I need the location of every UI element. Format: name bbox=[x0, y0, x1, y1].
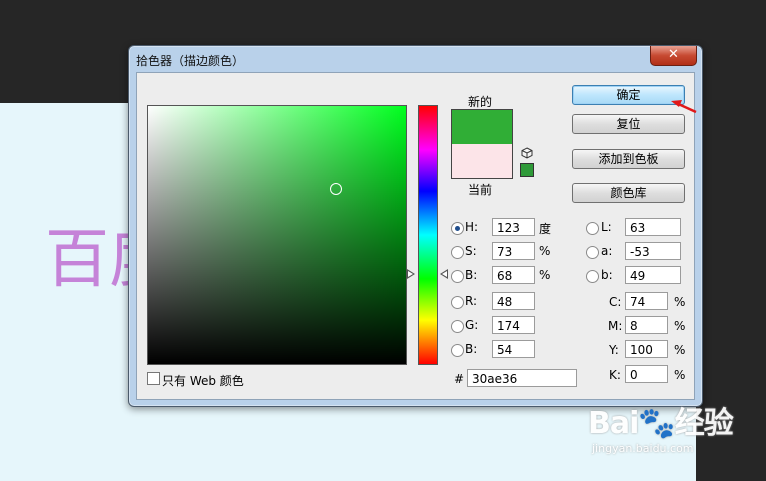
lab-b-label: b: bbox=[601, 268, 613, 282]
out-of-gamut-cube-icon[interactable] bbox=[521, 147, 533, 159]
hue-radio[interactable] bbox=[451, 222, 464, 235]
lab-b-radio[interactable] bbox=[586, 270, 599, 283]
ok-button[interactable]: 确定 bbox=[572, 85, 685, 105]
lab-b-input[interactable]: 49 bbox=[625, 266, 681, 284]
blue-radio[interactable] bbox=[451, 344, 464, 357]
new-color-swatch bbox=[452, 110, 512, 144]
blue-label: B: bbox=[465, 342, 478, 356]
reset-button[interactable]: 复位 bbox=[572, 114, 685, 134]
red-input[interactable]: 48 bbox=[492, 292, 535, 310]
black-unit: % bbox=[674, 368, 686, 382]
color-libraries-button[interactable]: 颜色库 bbox=[572, 183, 685, 203]
lab-l-radio[interactable] bbox=[586, 222, 599, 235]
magenta-label: M: bbox=[608, 319, 623, 333]
saturation-label: S: bbox=[465, 244, 477, 258]
hue-slider[interactable] bbox=[418, 105, 438, 365]
web-colors-only-label: 只有 Web 颜色 bbox=[162, 374, 244, 388]
hue-slider-left-handle[interactable] bbox=[407, 269, 415, 280]
hue-slider-right-handle[interactable] bbox=[440, 269, 448, 280]
yellow-label: Y: bbox=[609, 343, 619, 357]
brightness-radio[interactable] bbox=[451, 270, 464, 283]
baidu-watermark: Bai🐾经验 jingyan.baidu.com bbox=[588, 398, 734, 455]
saturation-input[interactable]: 73 bbox=[492, 242, 535, 260]
magenta-unit: % bbox=[674, 319, 686, 333]
blue-input[interactable]: 54 bbox=[492, 340, 535, 358]
color-picker-dialog: 拾色器（描边颜色） ✕ 新的 当前 确定 复位 添加到色板 颜色库 H: 123… bbox=[128, 45, 703, 407]
saturation-brightness-field[interactable] bbox=[147, 105, 407, 365]
hue-input[interactable]: 123 bbox=[492, 218, 535, 236]
hex-label: # bbox=[454, 372, 465, 386]
brightness-label: B: bbox=[465, 268, 478, 282]
dialog-title: 拾色器（描边颜色） bbox=[136, 54, 245, 68]
color-preview bbox=[451, 109, 513, 179]
lab-a-input[interactable]: -53 bbox=[625, 242, 681, 260]
cyan-label: C: bbox=[609, 295, 622, 309]
cyan-input[interactable]: 74 bbox=[625, 292, 668, 310]
brightness-input[interactable]: 68 bbox=[492, 266, 535, 284]
lab-l-label: L: bbox=[601, 220, 612, 234]
lab-a-label: a: bbox=[601, 244, 613, 258]
hue-unit: 度 bbox=[539, 222, 552, 236]
new-color-label: 新的 bbox=[468, 95, 493, 109]
hue-label: H: bbox=[465, 220, 479, 234]
red-label: R: bbox=[465, 294, 478, 308]
red-radio[interactable] bbox=[451, 296, 464, 309]
saturation-radio[interactable] bbox=[451, 246, 464, 259]
close-button[interactable]: ✕ bbox=[650, 46, 697, 66]
cyan-unit: % bbox=[674, 295, 686, 309]
yellow-unit: % bbox=[674, 343, 686, 357]
web-colors-only-checkbox[interactable] bbox=[147, 372, 160, 385]
lab-a-radio[interactable] bbox=[586, 246, 599, 259]
green-radio[interactable] bbox=[451, 320, 464, 333]
web-safe-color-icon[interactable] bbox=[520, 163, 534, 177]
yellow-input[interactable]: 100 bbox=[625, 340, 668, 358]
dialog-body: 新的 当前 确定 复位 添加到色板 颜色库 H: 123 度 S: 73 % B… bbox=[136, 72, 695, 400]
lab-l-input[interactable]: 63 bbox=[625, 218, 681, 236]
saturation-unit: % bbox=[539, 244, 551, 258]
current-color-swatch[interactable] bbox=[452, 144, 512, 178]
brightness-unit: % bbox=[539, 268, 551, 282]
green-input[interactable]: 174 bbox=[492, 316, 535, 334]
watermark-url: jingyan.baidu.com bbox=[592, 442, 694, 455]
black-input[interactable]: 0 bbox=[625, 365, 668, 383]
title-bar[interactable]: 拾色器（描边颜色） ✕ bbox=[129, 46, 702, 72]
color-picker-marker[interactable] bbox=[330, 182, 343, 195]
black-label: K: bbox=[609, 368, 621, 382]
watermark-logo: Bai🐾经验 bbox=[588, 406, 734, 441]
green-label: G: bbox=[465, 318, 479, 332]
magenta-input[interactable]: 8 bbox=[625, 316, 668, 334]
current-color-label: 当前 bbox=[468, 183, 493, 197]
hex-input[interactable]: 30ae36 bbox=[467, 369, 577, 387]
add-to-swatches-button[interactable]: 添加到色板 bbox=[572, 149, 685, 169]
